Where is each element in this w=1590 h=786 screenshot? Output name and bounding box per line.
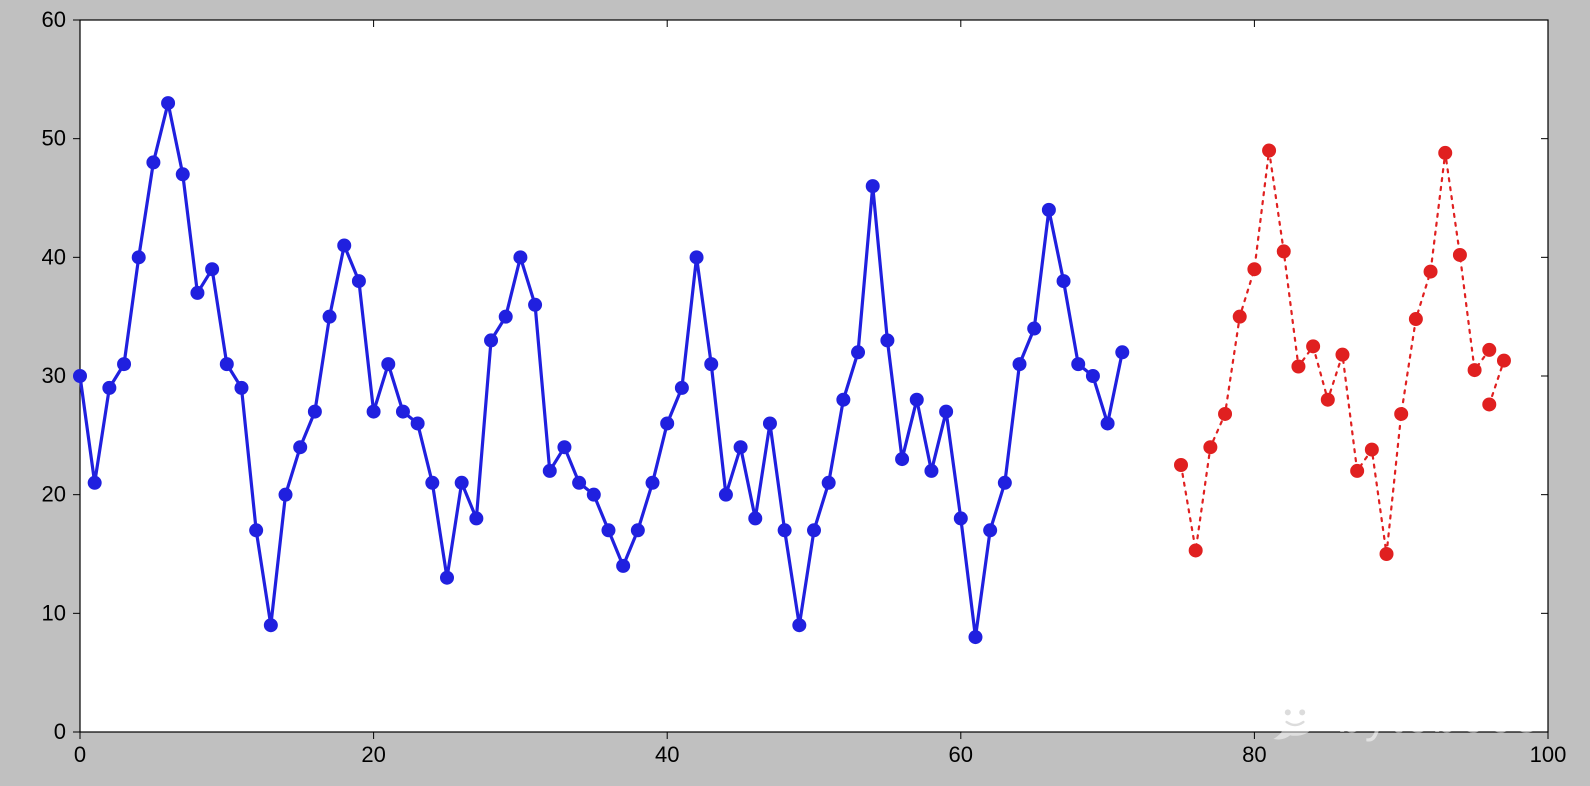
svg-text:0: 0 — [74, 742, 86, 767]
svg-text:100: 100 — [1530, 742, 1567, 767]
svg-text:20: 20 — [42, 482, 66, 507]
svg-text:30: 30 — [42, 363, 66, 388]
svg-text:80: 80 — [1242, 742, 1266, 767]
line-chart: 0 20 40 60 80 100 0 10 20 30 40 50 60 — [0, 0, 1590, 786]
svg-text:40: 40 — [655, 742, 679, 767]
svg-text:0: 0 — [54, 719, 66, 744]
svg-text:60: 60 — [949, 742, 973, 767]
svg-text:10: 10 — [42, 600, 66, 625]
svg-text:40: 40 — [42, 244, 66, 269]
svg-text:20: 20 — [361, 742, 385, 767]
chart-container: 0204060801000102030405060 bytebees — [0, 0, 1590, 786]
svg-text:60: 60 — [42, 7, 66, 32]
svg-text:50: 50 — [42, 126, 66, 151]
